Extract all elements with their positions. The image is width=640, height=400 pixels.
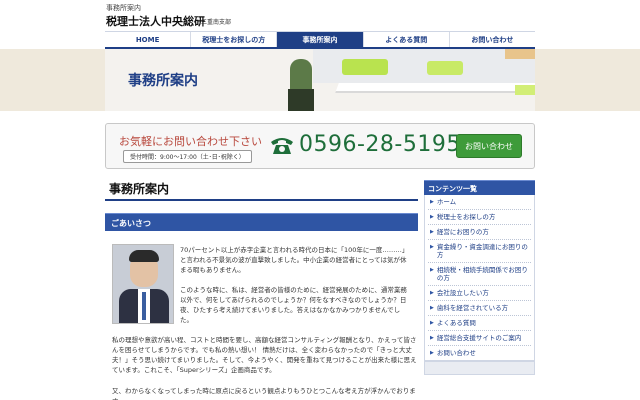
nav-contact[interactable]: お問い合わせ [450, 32, 535, 47]
sidebar-item-contact[interactable]: ▶ お問い合わせ [428, 346, 531, 360]
global-nav: HOME 税理士をお探しの方 事務所案内 よくある質問 お問い合わせ [105, 31, 535, 49]
greeting-paragraph: このような時に、私は、経営者の皆様のために、経営発展のために、通常業務以外で、何… [180, 286, 407, 324]
contact-hours: 受付時間：9:00～17:00（土･日･祝除く） [123, 150, 252, 163]
sidebar-title: コンテンツ一覧 [424, 180, 535, 195]
nav-find-tax-accountant[interactable]: 税理士をお探しの方 [191, 32, 278, 47]
section-heading-greeting: ごあいさつ [105, 213, 418, 231]
page-banner [0, 49, 640, 111]
arrow-right-icon: ▶ [430, 335, 434, 341]
sidebar-item-label: 経営にお困りの方 [436, 228, 489, 236]
arrow-right-icon: ▶ [430, 229, 434, 235]
sidebar-item-dental[interactable]: ▶ 歯科を経営されている方 [428, 301, 531, 316]
sidebar-item-label: 歯科を経営されている方 [436, 304, 509, 312]
sidebar-item-label: よくある質問 [436, 319, 476, 327]
greeting-paragraph: 又、わからなくなってしまった時に原点に戻るという観点よりもうひとつこんな考え方が… [112, 387, 416, 400]
arrow-right-icon: ▶ [430, 214, 434, 220]
sidebar-footer [424, 361, 535, 375]
site-title[interactable]: 税理士法人中央総研 [106, 13, 205, 29]
sidebar-item-funding[interactable]: ▶ 資金繰り・資金調達にお困りの方 [428, 240, 531, 263]
nav-office-guide[interactable]: 事務所案内 [277, 32, 364, 47]
sidebar-item-label: お問い合わせ [436, 349, 476, 357]
arrow-right-icon: ▶ [430, 244, 434, 250]
page-title: 事務所案内 [105, 180, 418, 201]
branch-name: 三重南支部 [201, 19, 232, 26]
phone-number[interactable]: 0596-28-5195 [299, 132, 461, 157]
greeting-paragraph: 私の理想や意欲が高い程、コストと時間を要し、高額な経営コンサルティング報酬となり… [112, 336, 417, 374]
phone-icon [271, 138, 293, 154]
sidebar-item-label: 相続税・相続手続関係でお困りの方 [436, 266, 528, 282]
sidebar-list: ▶ ホーム ▶ 税理士をお探しの方 ▶ 経営にお困りの方 ▶ 資金繰り・資金調達にお困り… [424, 195, 535, 361]
sidebar-item-home[interactable]: ▶ ホーム [428, 195, 531, 210]
sidebar-item-label: 資金繰り・資金調達にお困りの方 [436, 243, 528, 259]
contact-lead: お気軽にお問い合わせ下さい [119, 135, 262, 148]
sidebar-item-inheritance[interactable]: ▶ 相続税・相続手続関係でお困りの方 [428, 263, 531, 286]
nav-home[interactable]: HOME [105, 32, 192, 47]
representative-photo [112, 244, 174, 324]
sidebar-item-label: 経営総合支援サイトのご案内 [436, 334, 522, 342]
contact-button[interactable]: お問い合わせ [456, 134, 522, 158]
arrow-right-icon: ▶ [430, 290, 434, 296]
sidebar-item-find-accountant[interactable]: ▶ 税理士をお探しの方 [428, 210, 531, 225]
sidebar-item-management[interactable]: ▶ 経営にお困りの方 [428, 225, 531, 240]
arrow-right-icon: ▶ [430, 320, 434, 326]
sidebar-item-label: ホーム [436, 198, 457, 206]
arrow-right-icon: ▶ [430, 305, 434, 311]
sidebar-item-label: 会社設立したい方 [436, 289, 489, 297]
sidebar-item-faq[interactable]: ▶ よくある質問 [428, 316, 531, 331]
arrow-right-icon: ▶ [430, 267, 434, 273]
greeting-paragraph: 70パーセント以上が赤字企業と言われる時代の日本に「100年に一度………」と言わ… [180, 246, 409, 274]
sidebar: コンテンツ一覧 ▶ ホーム ▶ 税理士をお探しの方 ▶ 経営にお困りの方 ▶ 資金繰り・… [424, 180, 535, 375]
banner-title: 事務所案内 [128, 73, 198, 89]
nav-faq[interactable]: よくある質問 [364, 32, 450, 47]
sidebar-item-support-site[interactable]: ▶ 経営総合支援サイトのご案内 [428, 331, 531, 346]
sidebar-item-company-setup[interactable]: ▶ 会社設立したい方 [428, 286, 531, 301]
arrow-right-icon: ▶ [430, 350, 434, 356]
sidebar-item-label: 税理士をお探しの方 [436, 213, 496, 221]
contact-box: お気軽にお問い合わせ下さい 受付時間：9:00～17:00（土･日･祝除く） 0… [105, 123, 535, 169]
top-caption: 事務所案内 [106, 4, 141, 12]
arrow-right-icon: ▶ [430, 199, 434, 205]
